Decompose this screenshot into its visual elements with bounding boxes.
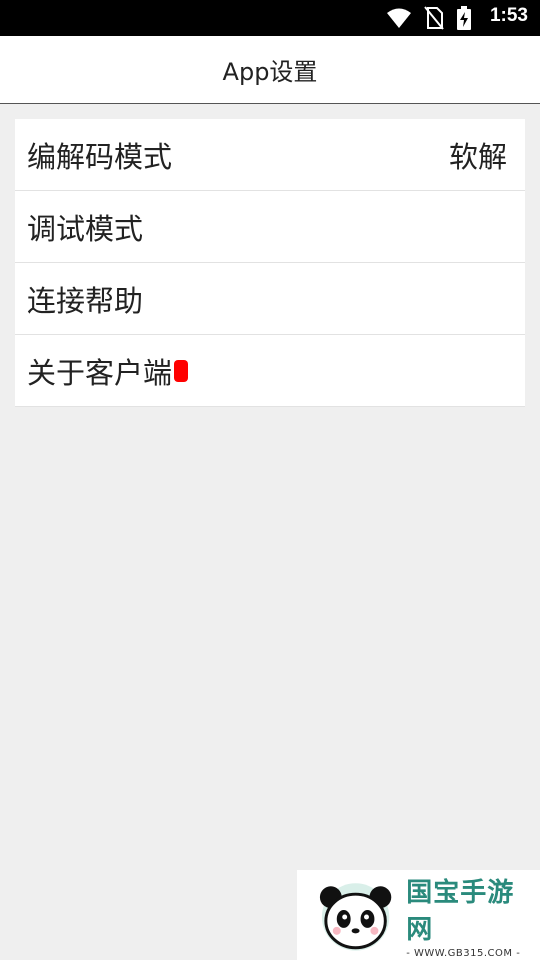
setting-about-client[interactable]: 关于客户端: [15, 335, 525, 407]
status-bar: 1:53: [0, 0, 540, 36]
setting-codec-mode[interactable]: 编解码模式 软解: [15, 119, 525, 191]
setting-label: 关于客户端: [27, 355, 173, 390]
watermark-title: 国宝手游网: [406, 877, 515, 945]
settings-list: 编解码模式 软解 调试模式 连接帮助 关于客户端: [15, 119, 525, 407]
wifi-icon: [387, 8, 411, 28]
setting-connection-help[interactable]: 连接帮助: [15, 263, 525, 335]
setting-value: 软解: [448, 139, 507, 174]
watermark: 国宝手游网 - WWW.GB315.COM -: [297, 870, 540, 960]
setting-label: 调试模式: [27, 211, 144, 246]
app-bar: App设置: [0, 36, 540, 104]
battery-charging-icon: [457, 6, 471, 30]
panda-logo-icon: [319, 883, 392, 951]
no-sim-icon: [424, 6, 444, 30]
status-time: 1:53: [489, 5, 528, 26]
setting-label: 编解码模式: [27, 139, 173, 174]
setting-debug-mode[interactable]: 调试模式: [15, 191, 525, 263]
status-icons: [386, 6, 472, 30]
setting-label: 连接帮助: [27, 283, 144, 318]
red-dot-badge: [174, 359, 189, 382]
page-title: App设置: [222, 58, 318, 86]
watermark-url: - WWW.GB315.COM -: [406, 947, 521, 959]
